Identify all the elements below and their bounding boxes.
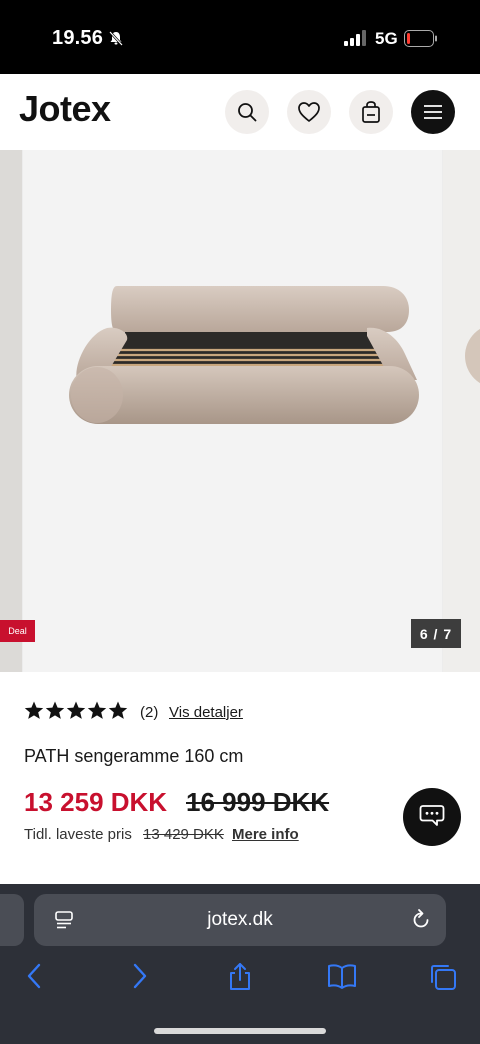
forward-icon[interactable]: [128, 962, 150, 990]
chat-icon: [419, 805, 445, 826]
signal-icon: [344, 30, 366, 46]
heart-icon: [298, 102, 320, 122]
product-gallery[interactable]: Deal 6 / 7: [0, 150, 480, 672]
tabs-icon[interactable]: [428, 962, 458, 992]
next-slide-thumbnail: [465, 328, 480, 384]
original-price: 16 999 DKK: [186, 787, 330, 817]
back-icon[interactable]: [24, 962, 46, 990]
chat-button[interactable]: [403, 788, 461, 846]
product-info: (2) Vis detaljer PATH sengeramme 160 cm …: [0, 672, 480, 884]
current-price: 13 259 DKK: [24, 787, 168, 817]
bag-icon: [362, 101, 380, 123]
menu-button[interactable]: [411, 90, 455, 134]
star-icon: [87, 701, 107, 719]
menu-icon: [424, 105, 442, 119]
more-info-link[interactable]: Mere info: [232, 826, 299, 843]
next-slide-preview[interactable]: [443, 150, 480, 672]
product-image[interactable]: [23, 150, 442, 672]
previous-tab[interactable]: [0, 894, 24, 946]
cart-button[interactable]: [349, 90, 393, 134]
battery-icon: [404, 30, 437, 47]
share-icon[interactable]: [226, 962, 254, 992]
star-icon: [66, 701, 86, 719]
url-text: jotex.dk: [207, 909, 273, 930]
status-bar: 19.56 5G: [0, 0, 480, 74]
status-time: 19.56: [52, 27, 104, 49]
star-icon: [108, 701, 128, 719]
view-details-link[interactable]: Vis detaljer: [169, 704, 243, 721]
browser-toolbar: jotex.dk: [0, 884, 480, 1044]
reload-icon[interactable]: [410, 908, 432, 932]
bell-muted-icon: [109, 31, 123, 46]
previous-slide-preview[interactable]: [0, 150, 22, 672]
deal-badge: Deal: [0, 620, 35, 642]
rating-stars: [24, 701, 128, 720]
site-header: Jotex: [0, 74, 480, 150]
image-counter: 6 / 7: [411, 619, 461, 648]
wishlist-button[interactable]: [287, 90, 331, 134]
home-indicator[interactable]: [154, 1028, 326, 1034]
star-icon: [24, 701, 44, 719]
search-icon: [238, 103, 257, 122]
star-icon: [45, 701, 65, 719]
lowest-price-label: Tidl. laveste pris: [24, 826, 132, 843]
bed-frame-image: [69, 286, 419, 424]
logo[interactable]: Jotex: [19, 88, 111, 130]
bookmarks-icon[interactable]: [326, 962, 358, 990]
lowest-price-value: 13 429 DKK: [143, 826, 224, 843]
review-count: (2): [140, 704, 159, 721]
product-name: PATH sengeramme 160 cm: [24, 746, 244, 766]
address-bar[interactable]: jotex.dk: [34, 894, 446, 946]
network-type: 5G: [375, 29, 398, 48]
search-button[interactable]: [225, 90, 269, 134]
